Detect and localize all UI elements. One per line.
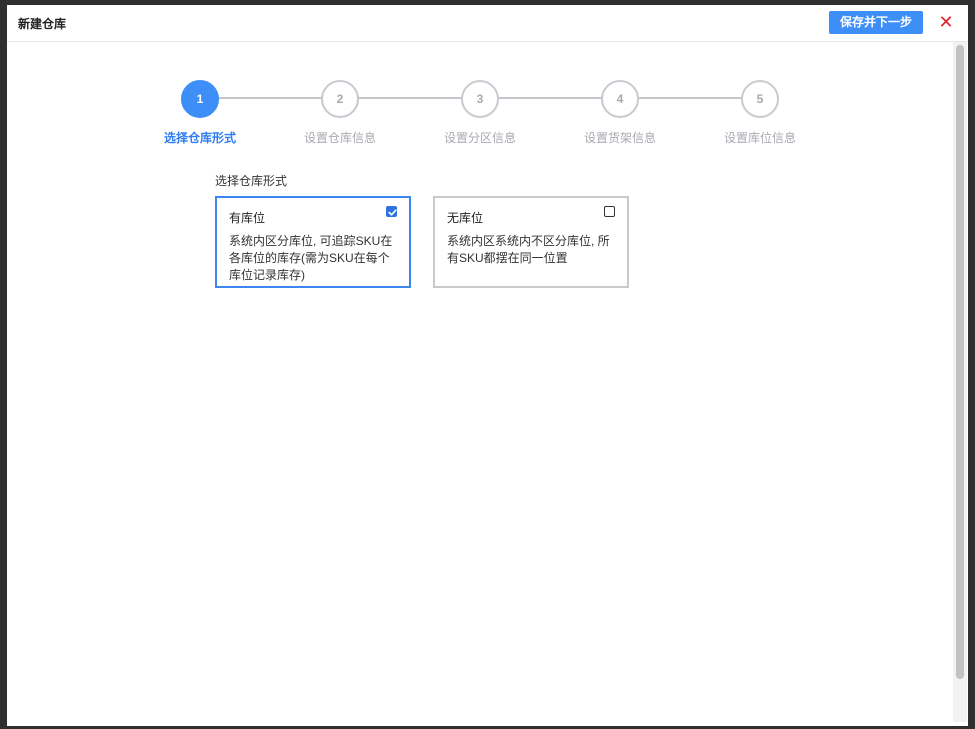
step-1-label: 选择仓库形式	[163, 131, 236, 145]
step-1-circle[interactable]: 1	[181, 80, 219, 118]
option-title: 无库位	[447, 211, 484, 225]
step-5-label: 设置库位信息	[723, 131, 796, 145]
option-description: 系统内区分库位, 可追踪SKU在各库位的库存(需为SKU在每个库位记录库存)	[229, 234, 393, 282]
step-4-label: 设置货架信息	[583, 131, 656, 145]
step-2-label: 设置仓库信息	[303, 131, 376, 145]
option-title: 有库位	[229, 211, 266, 225]
vertical-scrollbar[interactable]	[953, 42, 967, 722]
warehouse-type-label: 选择仓库形式	[215, 174, 288, 188]
checkbox-checked[interactable]	[386, 206, 397, 217]
option-with-bin-locations[interactable]: 有库位 系统内区分库位, 可追踪SKU在各库位的库存(需为SKU在每个库位记录库…	[215, 196, 411, 288]
checkbox-unchecked[interactable]	[604, 206, 615, 217]
step-connector	[357, 97, 463, 99]
new-warehouse-dialog: 新建仓库 保存并下一步 ✕ 1 2 3 4 5 选择仓库形式 设置仓库信息 设置…	[7, 5, 968, 726]
step-connector	[217, 97, 323, 99]
checkmark-icon	[388, 209, 397, 216]
scrollbar-thumb[interactable]	[956, 45, 964, 679]
step-3-label: 设置分区信息	[443, 131, 516, 145]
option-without-bin-locations[interactable]: 无库位 系统内区系统内不区分库位, 所有SKU都摆在同一位置	[433, 196, 629, 288]
step-connector	[497, 97, 603, 99]
step-5-circle[interactable]: 5	[741, 80, 779, 118]
step-3-circle[interactable]: 3	[461, 80, 499, 118]
step-connector	[637, 97, 743, 99]
option-description: 系统内区系统内不区分库位, 所有SKU都摆在同一位置	[447, 234, 610, 265]
step-indicator: 1 2 3 4 5 选择仓库形式 设置仓库信息 设置分区信息 设置货架信息 设置…	[7, 5, 947, 165]
step-4-circle[interactable]: 4	[601, 80, 639, 118]
step-2-circle[interactable]: 2	[321, 80, 359, 118]
